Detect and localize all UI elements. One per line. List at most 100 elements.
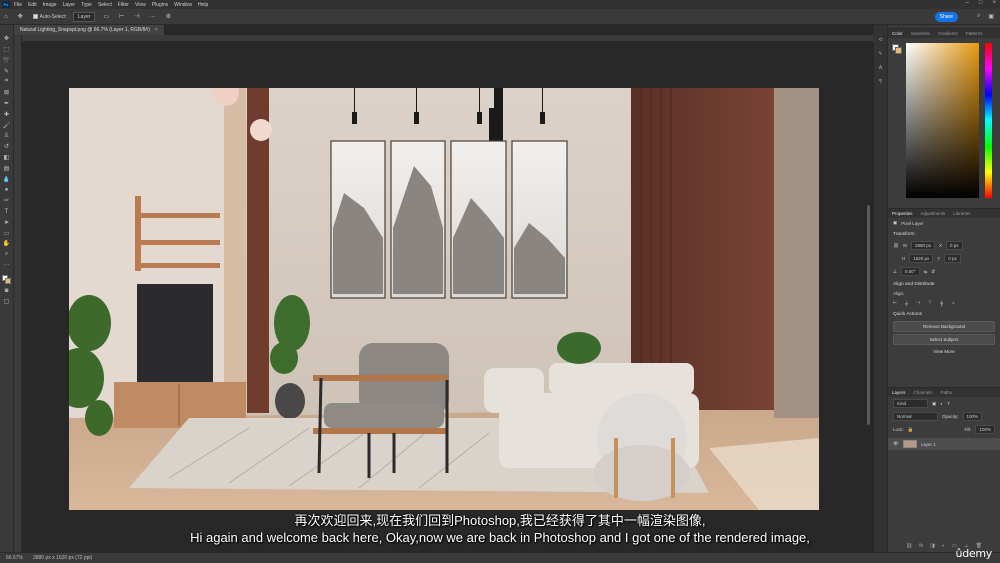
quick-select-tool-icon[interactable]: ✎ — [2, 67, 11, 75]
menu-window[interactable]: Window — [174, 2, 192, 8]
menu-help[interactable]: Help — [198, 2, 208, 8]
frame-tool-icon[interactable]: ⊠ — [2, 89, 11, 97]
tab-patterns[interactable]: Patterns — [966, 31, 983, 36]
auto-select-checkbox[interactable] — [32, 14, 38, 19]
type-tool-icon[interactable]: T — [2, 208, 11, 216]
tab-libraries[interactable]: Libraries — [953, 211, 970, 216]
document-dimensions[interactable]: 2880 px x 1620 px (72 ppi) — [33, 555, 92, 561]
flip-vertical-icon[interactable]: ⇵ — [931, 269, 935, 275]
rectangle-tool-icon[interactable]: ▭ — [2, 229, 11, 237]
lasso-tool-icon[interactable]: ➰ — [2, 57, 11, 65]
horizontal-ruler[interactable] — [22, 35, 874, 42]
more-tools-icon[interactable]: ··· — [2, 262, 11, 270]
marquee-tool-icon[interactable]: ⬚ — [2, 46, 11, 54]
brush-settings-icon[interactable]: ✎ — [877, 51, 885, 58]
flip-horizontal-icon[interactable]: ⇋ — [924, 269, 928, 275]
tab-properties[interactable]: Properties — [892, 211, 913, 216]
zoom-level[interactable]: 66.67% — [6, 555, 23, 561]
share-button[interactable]: Share — [934, 12, 958, 22]
remove-background-button[interactable]: Remove Background — [893, 321, 995, 332]
height-field[interactable]: 1620 px — [909, 254, 934, 263]
tab-swatches[interactable]: Swatches — [911, 31, 931, 36]
tab-adjustments[interactable]: Adjustments — [921, 211, 946, 216]
visibility-eye-icon[interactable]: 👁 — [893, 441, 899, 447]
quick-actions-title[interactable]: Quick Actions — [888, 308, 1000, 319]
quick-mask-icon[interactable]: ◙ — [2, 287, 11, 295]
tab-gradients[interactable]: Gradients — [938, 31, 958, 36]
width-field[interactable]: 2880 px — [910, 241, 935, 250]
align-center-icon[interactable]: ⊣ — [134, 13, 139, 20]
blend-mode-dropdown[interactable]: Normal — [893, 412, 938, 421]
crop-tool-icon[interactable]: ⌗ — [2, 78, 11, 86]
path-select-tool-icon[interactable]: ➤ — [2, 219, 11, 227]
spot-heal-tool-icon[interactable]: ✚ — [2, 111, 11, 119]
more-options-icon[interactable]: ··· — [150, 14, 156, 20]
color-picker-field[interactable] — [906, 43, 979, 198]
filter-type-icon[interactable]: T — [947, 401, 950, 406]
menu-filter[interactable]: Filter — [118, 2, 129, 8]
hue-slider[interactable] — [985, 43, 992, 198]
view-more-button[interactable]: View More — [893, 347, 995, 356]
x-field[interactable]: 0 px — [946, 241, 963, 250]
angle-field[interactable]: 0.00° — [901, 267, 920, 276]
pen-tool-icon[interactable]: ✑ — [2, 197, 11, 205]
minimize-button[interactable]: – — [966, 0, 969, 6]
tab-layers[interactable]: Layers — [892, 390, 906, 395]
screen-mode-icon[interactable]: ▢ — [2, 298, 11, 306]
background-color-swatch[interactable] — [5, 277, 11, 284]
search-icon[interactable]: ⌕ — [977, 13, 980, 20]
layer-name[interactable]: Layer 1 — [921, 442, 936, 447]
menu-type[interactable]: Type — [81, 2, 92, 8]
3d-mode-icon[interactable]: ⚙ — [166, 13, 171, 20]
transform-controls-icon[interactable]: ▭ — [103, 13, 109, 20]
dodge-tool-icon[interactable]: ● — [2, 186, 11, 194]
kind-filter-dropdown[interactable]: Kind — [893, 399, 928, 408]
menu-image[interactable]: Image — [43, 2, 57, 8]
menu-layer[interactable]: Layer — [63, 2, 76, 8]
menu-view[interactable]: View — [135, 2, 146, 8]
fill-field[interactable]: 100% — [975, 425, 995, 434]
character-icon[interactable]: A — [877, 65, 885, 72]
move-tool-icon[interactable]: ✥ — [2, 35, 11, 43]
y-field[interactable]: 0 px — [944, 254, 961, 263]
home-icon[interactable]: ⌂ — [4, 14, 8, 20]
stamp-tool-icon[interactable]: ♙ — [2, 132, 11, 140]
align-hcenter-icon[interactable]: ╪ — [905, 301, 908, 306]
document-tab[interactable]: Natural Lighting_Snapspt.png @ 66.7% (La… — [14, 25, 165, 35]
history-brush-tool-icon[interactable]: ↺ — [2, 143, 11, 151]
brush-tool-icon[interactable]: 🖌 — [2, 121, 11, 129]
canvas-image[interactable] — [69, 88, 819, 510]
align-top-icon[interactable]: ⊤ — [928, 300, 932, 306]
select-subject-button[interactable]: Select Subject — [893, 334, 995, 345]
opacity-field[interactable]: 100% — [962, 412, 983, 421]
gradient-tool-icon[interactable]: ▤ — [2, 165, 11, 173]
auto-select-target-dropdown[interactable]: Layer — [72, 11, 96, 22]
lock-icon[interactable]: 🔒 — [908, 427, 914, 433]
menu-plugins[interactable]: Plugins — [152, 2, 168, 8]
menu-edit[interactable]: Edit — [28, 2, 37, 8]
close-window-button[interactable]: × — [992, 0, 996, 6]
eraser-tool-icon[interactable]: ◧ — [2, 154, 11, 162]
align-right-icon[interactable]: ⊣ — [916, 300, 920, 306]
filter-adjust-icon[interactable]: ◐ — [940, 401, 943, 406]
filter-pixel-icon[interactable]: ▣ — [932, 401, 936, 407]
menu-file[interactable]: File — [14, 2, 22, 8]
align-left-icon[interactable]: ⊢ — [893, 300, 897, 306]
tab-channels[interactable]: Channels — [914, 390, 933, 395]
transform-section-title[interactable]: Transform — [888, 228, 1000, 239]
paragraph-icon[interactable]: ¶ — [877, 79, 885, 86]
vertical-scrollbar[interactable] — [867, 205, 870, 425]
move-tool-icon[interactable]: ✥ — [18, 13, 23, 20]
close-tab-icon[interactable]: × — [155, 27, 158, 33]
hand-tool-icon[interactable]: ✋ — [2, 240, 11, 248]
align-section-title[interactable]: Align and Distribute — [888, 278, 1000, 289]
workspace-icon[interactable]: ▣ — [988, 13, 994, 20]
tab-paths[interactable]: Paths — [941, 390, 953, 395]
layer-row[interactable]: 👁 Layer 1 — [888, 438, 1000, 450]
history-icon[interactable]: ⟲ — [877, 37, 885, 44]
eyedropper-tool-icon[interactable]: ✒ — [2, 100, 11, 108]
blur-tool-icon[interactable]: 💧 — [2, 175, 11, 183]
zoom-tool-icon[interactable]: ⌕ — [2, 251, 11, 259]
menu-select[interactable]: Select — [98, 2, 112, 8]
vertical-ruler[interactable] — [14, 35, 22, 552]
